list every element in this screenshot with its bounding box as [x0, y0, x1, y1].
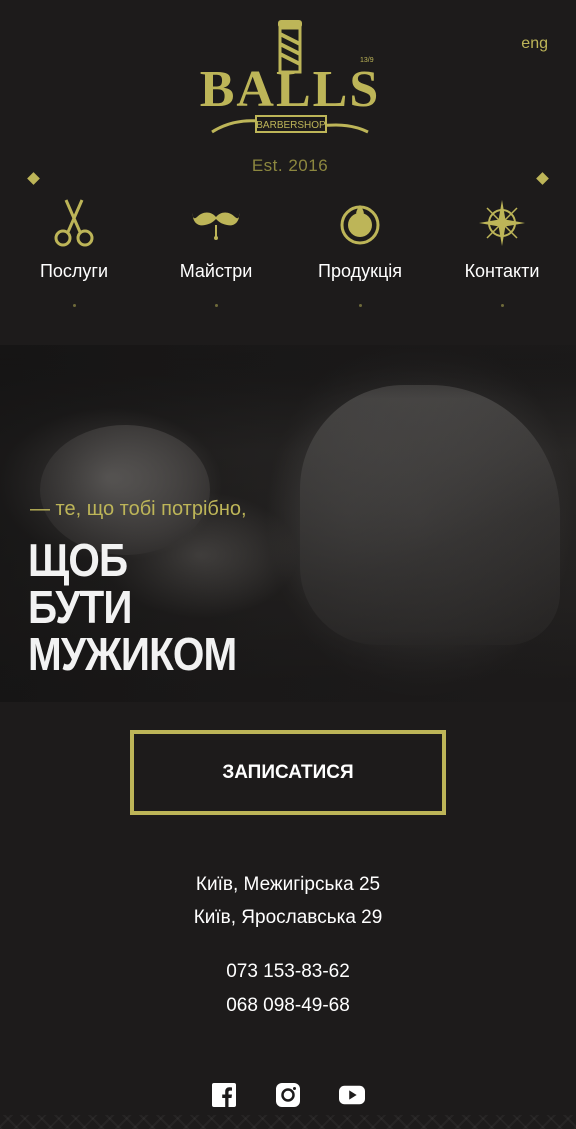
social-links [0, 1082, 576, 1108]
logo-graphic: BALLS BARBERSHOP 13/9 [200, 20, 380, 134]
nav-item-masters[interactable]: Майстри [146, 195, 286, 307]
nav-label-contacts: Контакти [464, 261, 540, 281]
compass-icon [432, 195, 572, 251]
svg-text:13/9: 13/9 [360, 57, 374, 64]
mustache-icon [146, 195, 286, 251]
nav-item-products[interactable]: Продукція [290, 195, 430, 307]
nav-item-contacts[interactable]: Контакти [432, 195, 572, 307]
book-appointment-button[interactable]: ЗАПИСАТИСЯ [130, 730, 446, 815]
svg-text:BARBERSHOP: BARBERSHOP [256, 120, 326, 131]
hero-headline-line: ЩОБ [28, 534, 128, 586]
language-switch-link[interactable]: eng [521, 35, 548, 53]
nav-dot [214, 304, 218, 307]
logo[interactable]: BALLS BARBERSHOP 13/9 Est. 2016 [200, 14, 380, 184]
nav-label-products: Продукція [318, 261, 402, 281]
hero-tagline: — те, що тобі потрібно, [30, 498, 247, 520]
phone-link[interactable]: 073 153-83-62 [0, 961, 576, 983]
nav-dot [500, 304, 504, 307]
nav-item-services[interactable]: Послуги [4, 195, 144, 307]
decorative-diamond-left [27, 172, 40, 185]
address-line: Київ, Ярославська 29 [193, 907, 383, 928]
product-jar-icon [290, 195, 430, 251]
hero-banner: — те, що тобі потрібно, ЩОБ БУТИ МУЖИКОМ [0, 345, 576, 702]
footer-pattern [0, 1115, 576, 1129]
hero-headline-line: БУТИ [28, 581, 132, 633]
nav-dot [358, 304, 362, 307]
facebook-icon[interactable] [211, 1082, 237, 1108]
nav-dot [72, 304, 76, 307]
phone-link[interactable]: 068 098-49-68 [0, 995, 576, 1017]
main-nav: Послуги Майстри Продукція Контакти [0, 195, 576, 315]
established-year: Est. 2016 [251, 156, 329, 175]
hero-headline-line: МУЖИКОМ [28, 628, 237, 680]
nav-label-masters: Майстри [179, 261, 253, 281]
scissors-icon [4, 195, 144, 251]
decorative-diamond-right [536, 172, 549, 185]
youtube-icon[interactable] [339, 1082, 365, 1108]
address-line: Київ, Межигірська 25 [195, 874, 381, 895]
instagram-icon[interactable] [275, 1082, 301, 1108]
svg-text:BALLS: BALLS [200, 61, 380, 118]
hero-headline: ЩОБ БУТИ МУЖИКОМ [28, 534, 237, 680]
nav-label-services: Послуги [39, 261, 109, 281]
